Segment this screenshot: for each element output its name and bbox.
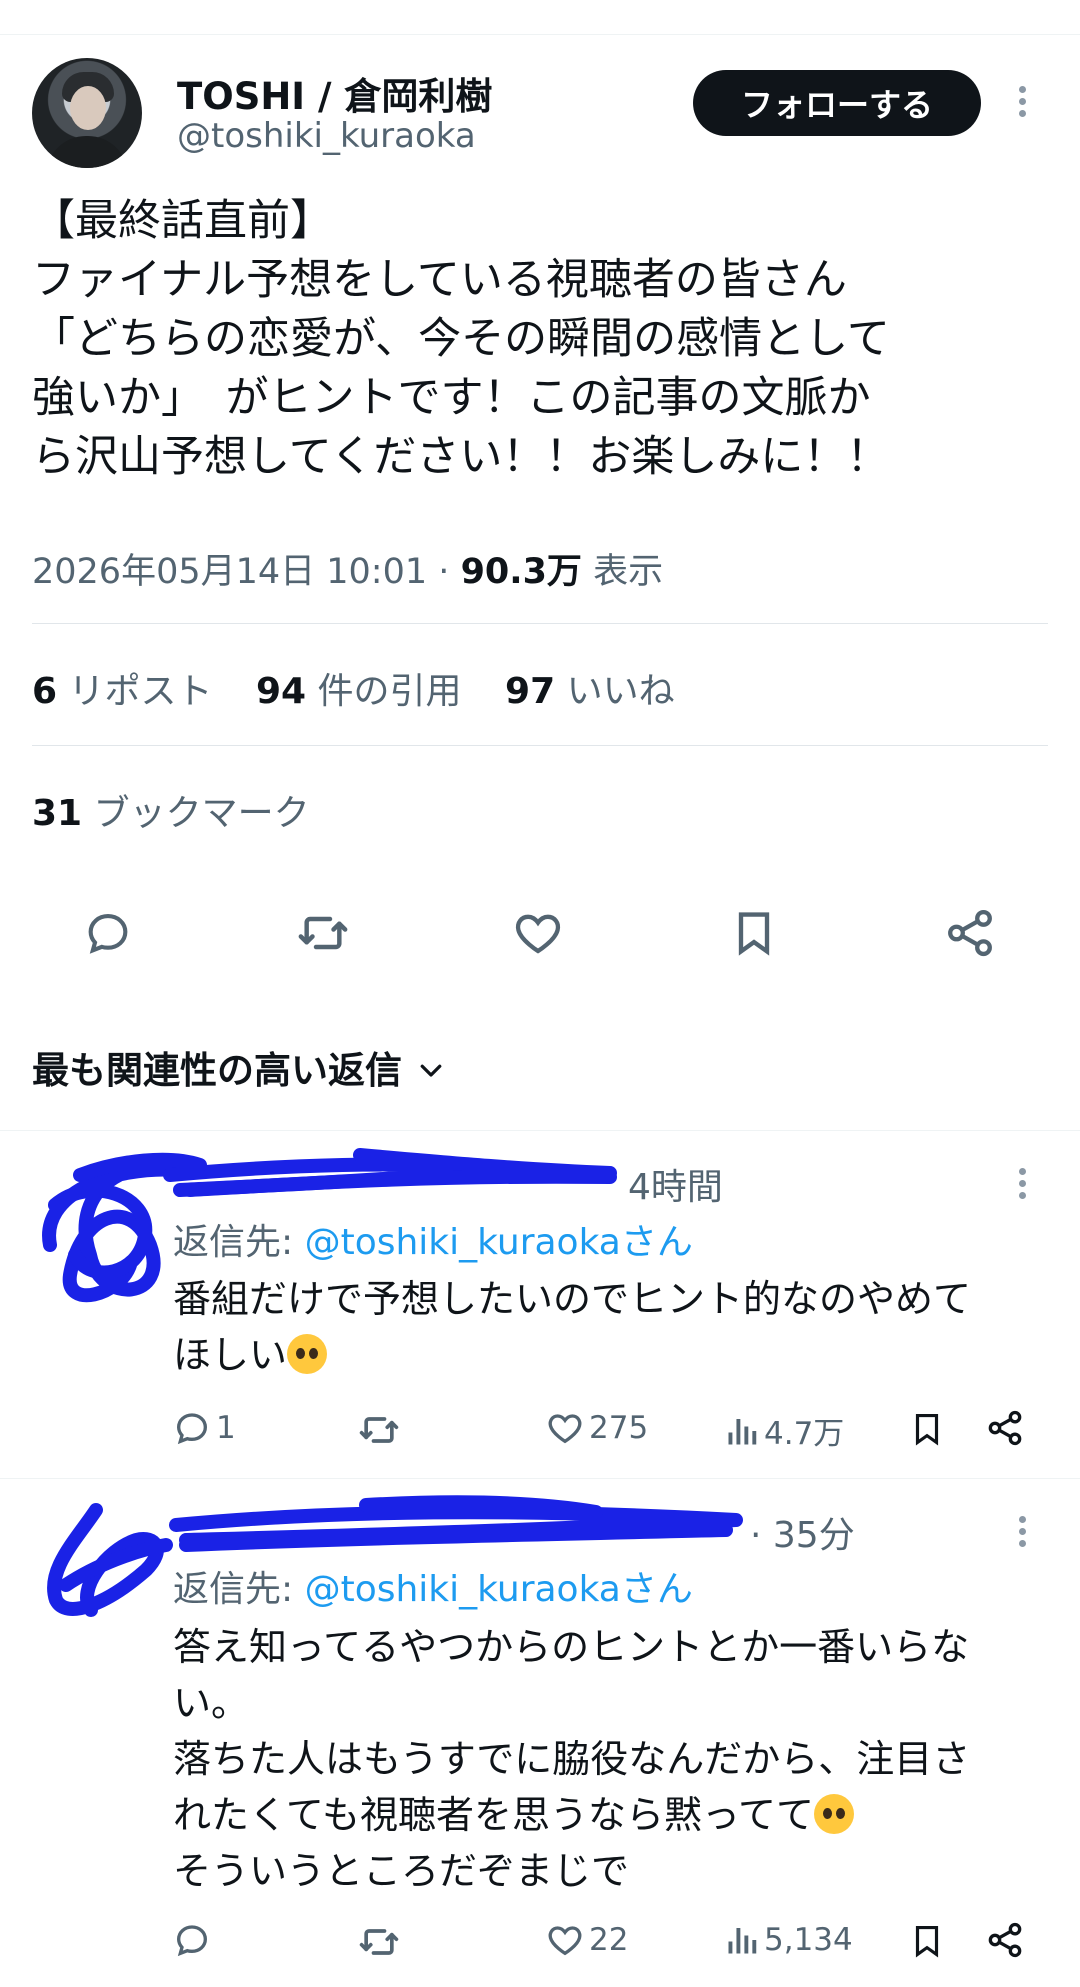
reposts-count: 6 <box>32 671 58 712</box>
divider <box>0 1130 1080 1131</box>
author-display-name[interactable]: TOSHI / 倉岡利樹 <box>177 66 492 120</box>
reply-action[interactable] <box>172 1920 216 1960</box>
share-icon[interactable] <box>985 1920 1029 1960</box>
more-options-icon[interactable] <box>1019 1516 1029 1552</box>
views-action[interactable]: 5,134 <box>724 1920 853 1960</box>
views-count: 90.3万 <box>460 552 582 592</box>
like-action[interactable]: 275 <box>545 1408 648 1448</box>
more-options-icon[interactable] <box>1019 86 1029 122</box>
like-icon[interactable] <box>510 905 566 961</box>
reply-text-content: 落ちた人はもうすでに脇役なんだから、注目さ <box>173 1737 971 1781</box>
tweet-meta: 2026年05月14日 10:01 · 90.3万 表示 <box>32 543 663 594</box>
reply-icon[interactable] <box>80 905 136 961</box>
author-handle[interactable]: @toshiki_kuraoka <box>177 116 476 156</box>
bookmarks-stat[interactable]: 31 ブックマーク <box>32 784 310 836</box>
like-count: 22 <box>589 1922 629 1958</box>
repost-action[interactable] <box>357 1920 405 1964</box>
reply-text: 番組だけで予想したいのでヒント的なのやめて ほしい <box>173 1271 1053 1383</box>
view-count: 5,134 <box>764 1922 853 1958</box>
reposts-label: リポスト <box>68 671 213 712</box>
replies-sort-label: 最も関連性の高い返信 <box>32 1049 402 1092</box>
repost-icon <box>359 1929 399 1955</box>
reply-to-line: 返信先: @toshiki_kuraokaさん <box>173 1560 693 1612</box>
likes-label: いいね <box>566 671 675 712</box>
chevron-down-icon <box>416 1051 446 1094</box>
divider <box>32 623 1048 624</box>
view-count: 4.7万 <box>764 1416 845 1452</box>
bookmark-icon[interactable] <box>908 1920 950 1962</box>
reply-to-line: 返信先: @toshiki_kuraokaさん <box>173 1213 693 1265</box>
bookmark-icon[interactable] <box>908 1408 950 1450</box>
like-icon <box>548 1414 582 1444</box>
like-count: 275 <box>589 1410 649 1446</box>
bookmarks-count: 31 <box>32 793 83 834</box>
reply-icon <box>176 1413 208 1445</box>
reply-to-prefix: 返信先: <box>173 1569 305 1610</box>
reply-to-prefix: 返信先: <box>173 1222 305 1263</box>
meta-separator: · <box>438 552 450 592</box>
views-action[interactable]: 4.7万 <box>724 1408 844 1453</box>
reply-text-content: れたくても視聴者を思うなら黙ってて <box>173 1793 815 1837</box>
follow-button[interactable]: フォローする <box>693 70 981 136</box>
reply-time[interactable]: 4時間 <box>628 1158 723 1210</box>
reply-text-line: れたくても視聴者を思うなら黙ってて <box>173 1787 1053 1843</box>
analytics-icon <box>728 1928 757 1954</box>
quotes-count: 94 <box>255 671 307 712</box>
reply-text-line: そういうところだぞまじで <box>173 1849 630 1893</box>
bookmarks-label: ブックマーク <box>93 793 310 834</box>
share-icon[interactable] <box>942 905 998 961</box>
analytics-icon <box>728 1418 757 1444</box>
share-icon[interactable] <box>985 1408 1029 1448</box>
views-label: 表示 <box>593 552 664 592</box>
divider <box>32 745 1048 746</box>
repost-icon <box>359 1417 399 1443</box>
reply-count: 1 <box>216 1410 236 1446</box>
like-action[interactable]: 22 <box>545 1920 628 1960</box>
repost-icon[interactable] <box>295 905 351 961</box>
engagement-stats: 6 リポスト 94 件の引用 97 いいね <box>32 662 707 714</box>
top-divider <box>0 34 1080 35</box>
like-icon <box>548 1926 582 1956</box>
likes-stat[interactable]: 97 いいね <box>505 671 675 712</box>
reply-icon <box>176 1925 208 1957</box>
likes-count: 97 <box>505 671 556 712</box>
quotes-label: 件の引用 <box>317 671 462 712</box>
reply-text: 答え知ってるやつからのヒントとか一番いらな い。落ちた人はもうすでに脇役なんだから… <box>173 1619 1053 1899</box>
author-avatar[interactable] <box>32 58 142 168</box>
reply-text-line: 答え知ってるやつからのヒントとか一番いらな <box>173 1625 970 1669</box>
reposts-stat[interactable]: 6 リポスト <box>32 671 213 712</box>
bookmark-icon[interactable] <box>726 905 782 961</box>
reply-time[interactable]: · 35分 <box>750 1506 855 1558</box>
divider <box>0 1478 1080 1479</box>
reply-text-line: 落ちた人はもうすでに脇役なんだから、注目さ <box>173 1731 1053 1787</box>
replies-sort-dropdown[interactable]: 最も関連性の高い返信 <box>32 1040 446 1094</box>
reply-to-handle-link[interactable]: @toshiki_kuraokaさん <box>305 1569 693 1610</box>
reply-to-handle-link[interactable]: @toshiki_kuraokaさん <box>305 1222 693 1263</box>
tweet-text: 【最終話直前】 ファイナル予想をしている視聴者の皆さん 「どちらの恋愛が、今その… <box>32 196 890 482</box>
more-options-icon[interactable] <box>1019 1168 1029 1204</box>
tweet-timestamp[interactable]: 2026年05月14日 10:01 <box>32 552 427 592</box>
quotes-stat[interactable]: 94 件の引用 <box>256 671 462 712</box>
reply-action[interactable]: 1 <box>172 1408 236 1448</box>
shushing-face-emoji-icon <box>814 1794 855 1834</box>
pleading-face-emoji-icon <box>287 1334 328 1374</box>
reply-text-line: い。 <box>173 1681 250 1725</box>
repost-action[interactable] <box>357 1408 405 1452</box>
